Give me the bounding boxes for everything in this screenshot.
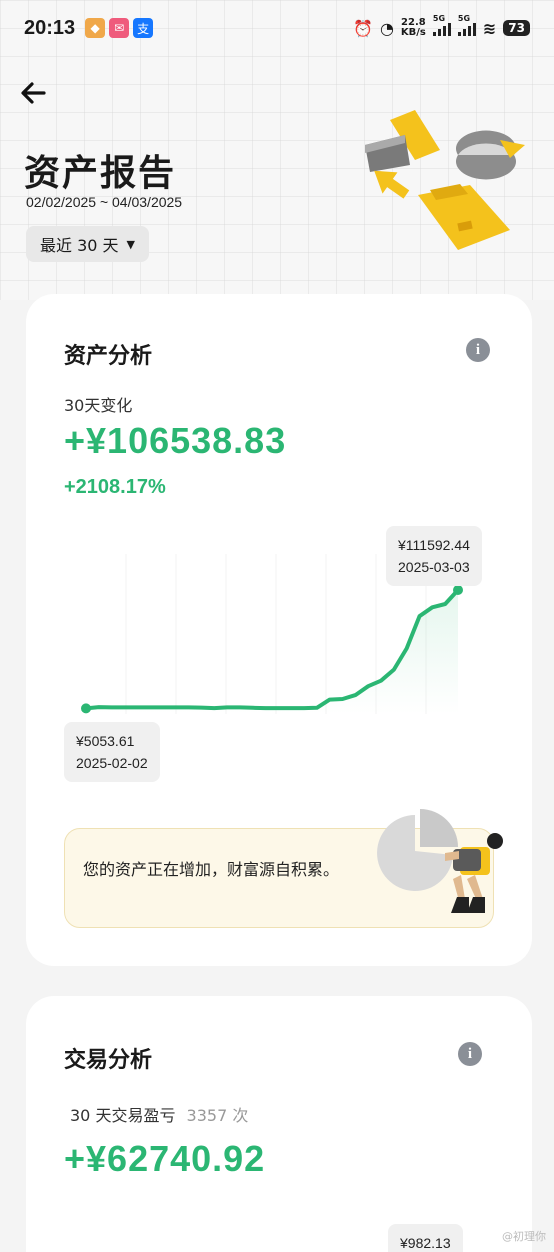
trade-analysis-card: 交易分析 i 30 天交易盈亏 3357 次 +¥62740.92 ¥982.1… (26, 996, 532, 1252)
network-speed: 22.8 KB/s (401, 18, 426, 38)
tooltip-value: ¥5053.61 (76, 733, 135, 749)
wifi-icon: ≋ (482, 18, 497, 38)
trade-count: 3357 次 (186, 1106, 249, 1125)
date-range: 02/02/2025 ~ 04/03/2025 (26, 194, 183, 210)
network-type-label: 5G (432, 14, 446, 23)
status-time: 20:13 (24, 16, 76, 39)
alipay-icon: 支 (133, 18, 154, 38)
end-value-tooltip: ¥111592.44 2025-03-03 (386, 526, 482, 586)
caret-down-icon: ▼ (126, 237, 136, 251)
data-point (81, 703, 91, 714)
tooltip-date: 2025-02-02 (76, 755, 148, 771)
tooltip-date: 2025-03-03 (398, 559, 470, 575)
person-chart-illustration (377, 809, 503, 913)
trade-pnl-label: 30 天交易盈亏 3357 次 (70, 1102, 248, 1126)
signal-icon: 5G (432, 14, 451, 36)
app-notification-icon: ✉ (109, 18, 130, 38)
period-dropdown[interactable]: 最近 30 天 ▼ (26, 226, 150, 262)
back-arrow-icon[interactable] (18, 78, 50, 110)
gauge-icon: ◔ (379, 18, 394, 38)
status-bar: 20:13 ◆ ✉ 支 ⏰ ◔ 22.8 KB/s 5G 5G ≋ 73 (0, 0, 554, 56)
speed-unit: KB/s (400, 27, 426, 38)
pnl-label: 30 天交易盈亏 (70, 1106, 176, 1125)
network-type-label: 5G (457, 14, 471, 23)
alarm-icon: ⏰ (353, 18, 373, 38)
battery-indicator: 73 (503, 20, 530, 36)
notification-icons: ◆ ✉ 支 (85, 18, 154, 38)
asset-analysis-card: 资产分析 i 30天变化 +¥106538.83 +2108.17% ¥1115… (26, 294, 532, 966)
signal-icon: 5G (457, 14, 476, 36)
watermark: @初理你 (502, 1230, 546, 1243)
insight-text: 您的资产正在增加，财富源自积累。 (83, 860, 340, 879)
tooltip-value: ¥111592.44 (398, 537, 470, 553)
pnl-amount: +¥62740.92 (64, 1138, 266, 1179)
card-title: 交易分析 (64, 1048, 153, 1073)
page-title: 资产报告 (24, 153, 177, 194)
start-value-tooltip: ¥5053.61 2025-02-02 (64, 722, 160, 782)
period-label: 最近 30 天 (40, 236, 119, 255)
report-illustration (365, 110, 525, 250)
partial-value-tooltip: ¥982.13 (388, 1224, 463, 1252)
data-point (453, 585, 463, 595)
app-notification-icon: ◆ (85, 18, 106, 38)
insight-banner: 您的资产正在增加，财富源自积累。 (64, 809, 503, 928)
info-icon[interactable]: i (458, 1042, 482, 1066)
